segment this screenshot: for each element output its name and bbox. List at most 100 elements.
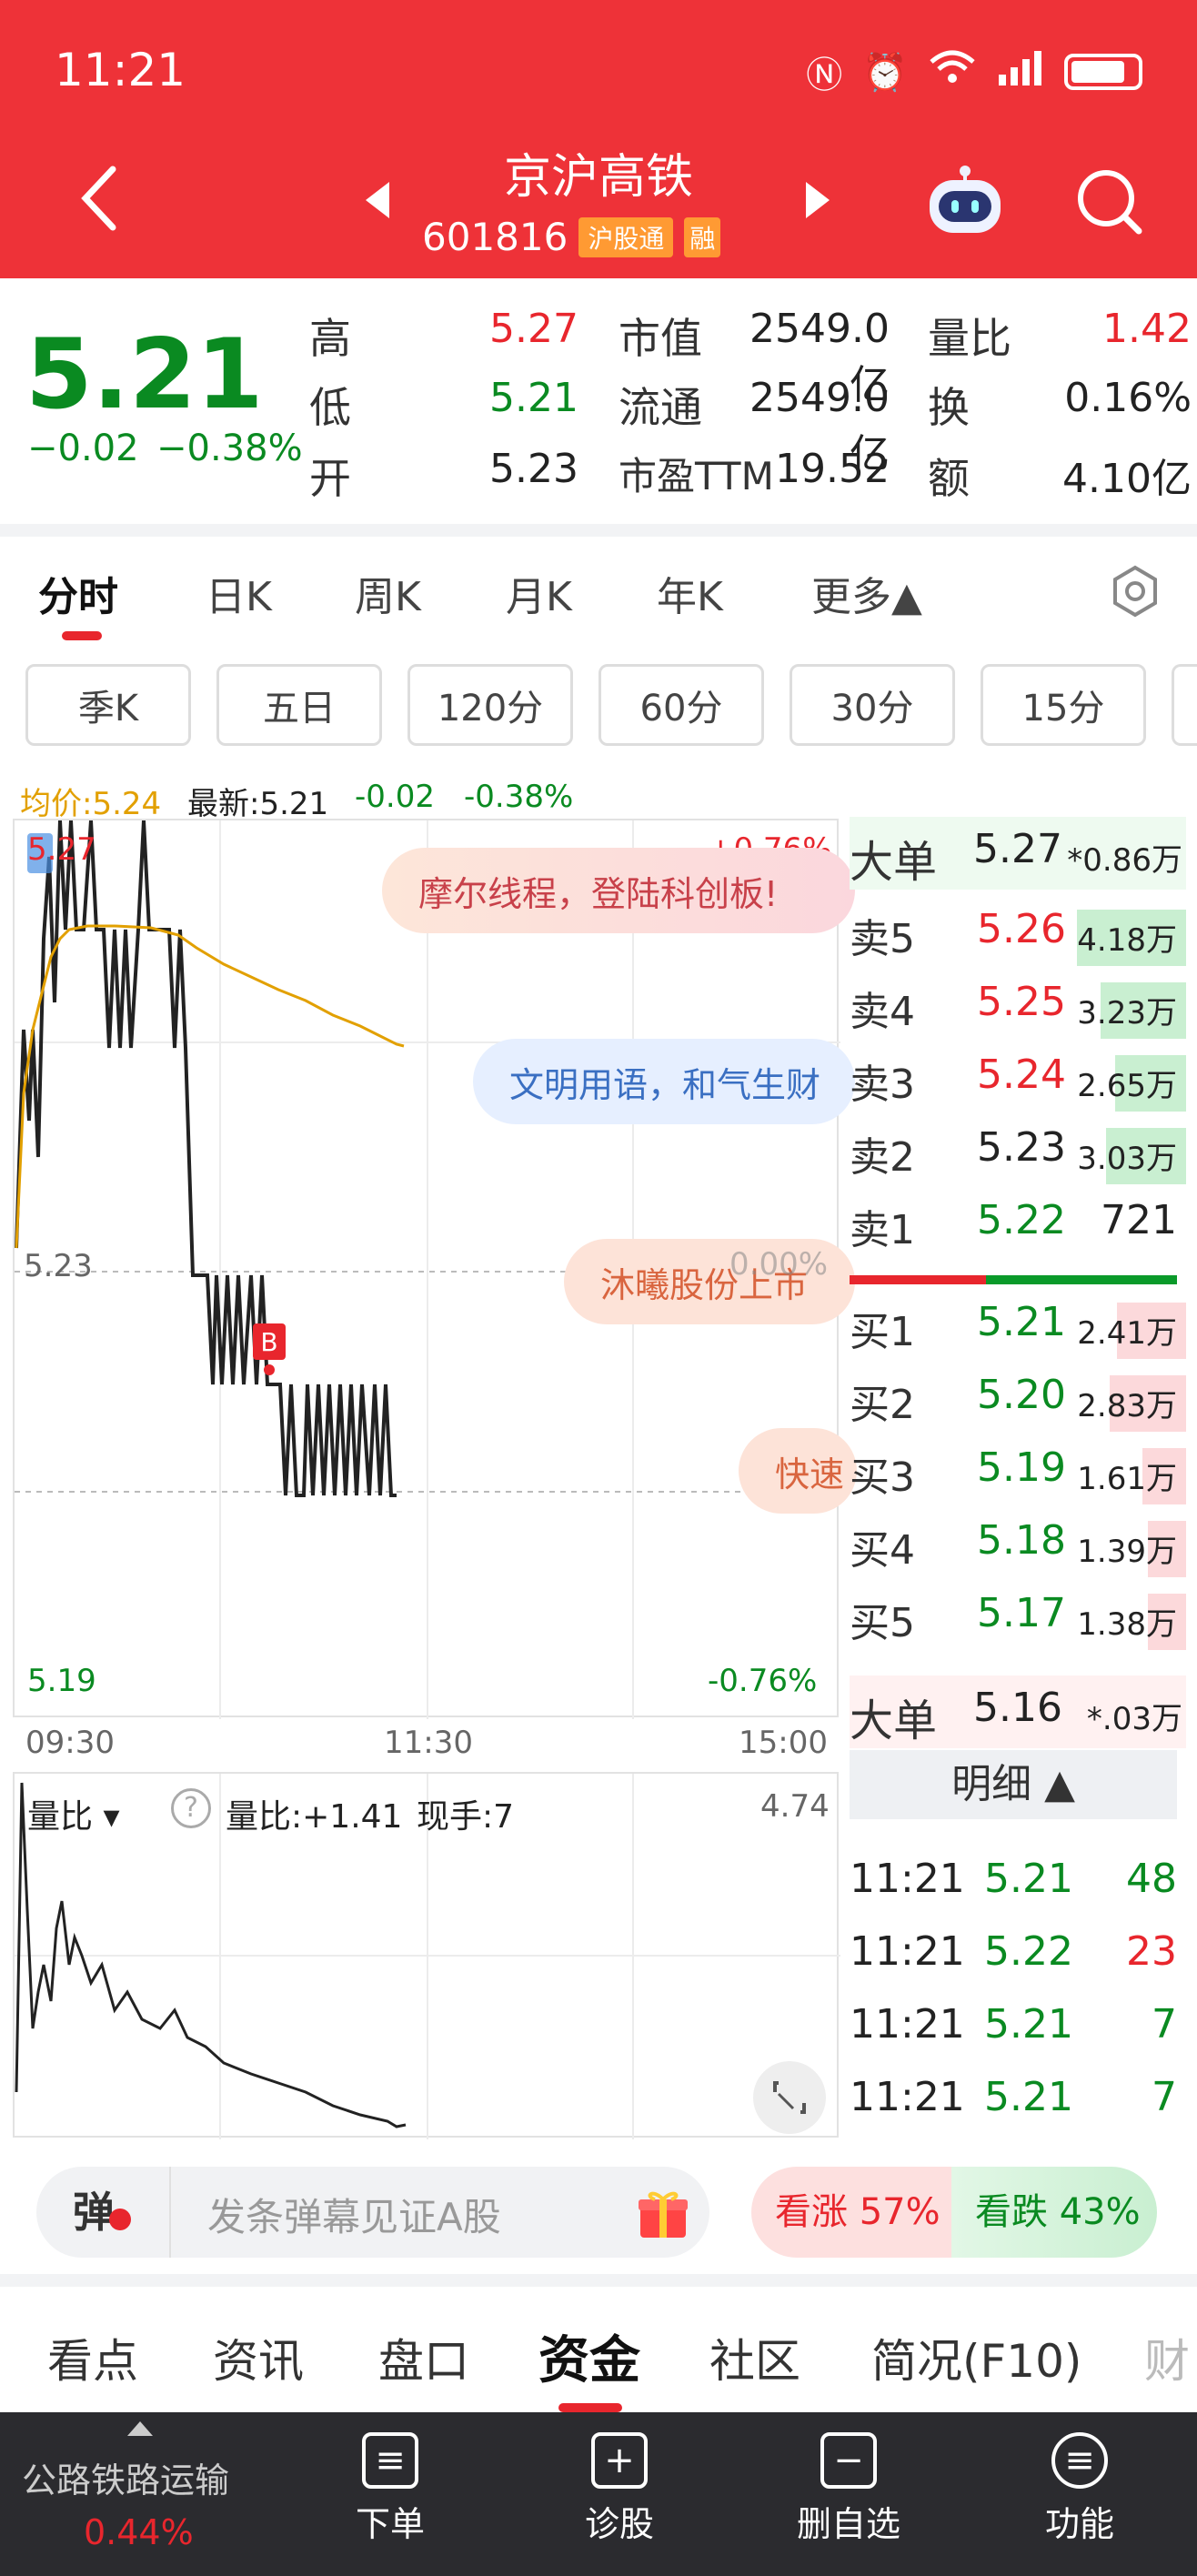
ask-4[interactable]: 卖4 5.25 3.23万 [850,970,1186,1042]
tab-monthly-k[interactable]: 月K [506,564,572,622]
detail-toggle[interactable]: 明细 ▲ [850,1750,1177,1819]
trade-price: 5.21 [984,2074,1073,2120]
bottom-toolbar: 公路铁路运输 0.44% ≡ 下单 + 诊股 − 删自选 ≡ 功能 [0,2412,1197,2576]
ask-3-label: 卖3 [850,1062,915,1108]
intraday-chart[interactable]: B 5.27 5.23 5.19 +0.76% -0.76% 摩尔线程，登陆科创… [13,819,857,1719]
diagnose-label: 诊股 [584,2504,654,2544]
trade-time: 11:21 [850,2074,965,2120]
pill-60min[interactable]: 60分 [598,664,764,746]
next-stock-icon[interactable] [802,180,833,224]
ask-5[interactable]: 卖5 5.26 4.18万 [850,897,1186,970]
bid-3[interactable]: 买3 5.19 1.61万 [850,1435,1186,1508]
tab-more[interactable]: 更多▲ [811,564,922,622]
tab-intraday[interactable]: 分时 [38,564,118,622]
bid-4[interactable]: 买4 5.18 1.39万 [850,1508,1186,1581]
subtab-capital[interactable]: 资金 [538,2319,640,2393]
bid-5[interactable]: 买5 5.17 1.38万 [850,1581,1186,1654]
bid-4-price: 5.18 [977,1517,1066,1564]
ask-2-price: 5.23 [977,1124,1066,1171]
bid-4-label: 买4 [850,1527,915,1574]
expand-up-icon[interactable] [127,2421,153,2436]
subtab-news[interactable]: 资讯 [213,2325,304,2390]
bid-5-volume: 1.38万 [1077,1606,1177,1643]
tab-underline [62,631,102,640]
open-label: 开 [309,454,351,503]
pill-30min[interactable]: 30分 [790,664,955,746]
chart-settings-icon[interactable] [1108,564,1162,622]
margin-badge: 融 [684,216,721,257]
app-header: 11:21 Ⓝ ⏰ 京沪高铁 601816 沪股通 融 [0,0,1197,278]
subtab-highlights[interactable]: 看点 [47,2325,138,2390]
gift-icon[interactable] [637,2189,689,2243]
bearish-vote-button[interactable]: 看跌 43% [951,2167,1157,2258]
danmu-toggle-dot [109,2209,131,2230]
turnover-label: 换 [928,383,970,432]
low-value: 5.21 [489,375,578,421]
subtab-underline [558,2403,622,2412]
danmu-input-placeholder[interactable]: 发条弹幕见证A股 [207,2187,501,2242]
danmu-icon[interactable]: 弹 [73,2179,115,2239]
sector-name[interactable]: 公路铁路运输 [22,2452,229,2502]
tab-weekly-k[interactable]: 周K [355,564,421,622]
diagnose-button[interactable]: + 诊股 [551,2432,688,2546]
danmu-bubble-4: 快速 [739,1428,857,1514]
buy-sell-ratio-bar-red [850,1275,986,1284]
ask-4-volume: 3.23万 [1077,995,1177,1031]
help-icon[interactable]: ? [171,1788,211,1828]
volume-indicator-selector[interactable]: 量比 ▾ [27,1790,120,1837]
stock-name: 京沪高铁 [503,150,693,205]
ask-2[interactable]: 卖2 5.23 3.03万 [850,1115,1186,1188]
latest-price: 最新:5.21 [187,786,329,822]
functions-button[interactable]: ≡ 功能 [1011,2432,1148,2546]
ask-3-volume: 2.65万 [1077,1068,1177,1104]
high-value: 5.27 [489,306,578,352]
tab-daily-k[interactable]: 日K [206,564,272,622]
pill-five-day[interactable]: 五日 [216,664,382,746]
bid-1-label: 买1 [850,1309,915,1355]
robot-assistant-icon[interactable] [924,164,1006,244]
big-sell-order: 大单 5.27 *0.86万 [850,817,1186,890]
order-button[interactable]: ≡ 下单 [322,2432,458,2546]
ask-5-price: 5.26 [977,906,1066,952]
trade-price: 5.21 [984,1856,1073,1902]
remove-watchlist-button[interactable]: − 删自选 [780,2432,917,2546]
bid-1[interactable]: 买1 5.21 2.41万 [850,1290,1186,1363]
subtab-finance[interactable]: 财 [1144,2325,1190,2390]
volume-ratio-chart: 量比 ▾ ? 量比:+1.41 现手:7 4.74 [13,1772,840,2139]
ask-2-volume: 3.03万 [1077,1141,1177,1177]
fullscreen-icon[interactable] [753,2061,826,2134]
high-label: 高 [309,314,351,363]
status-time: 11:21 [55,44,186,96]
bullish-vote-button[interactable]: 看涨 57% [751,2167,959,2258]
pill-120min[interactable]: 120分 [407,664,573,746]
pct-axis-bottom: -0.76% [708,1663,818,1699]
remove-watchlist-label: 删自选 [796,2504,900,2544]
pill-overflow[interactable] [1172,664,1197,746]
current-price: 5.21 [25,318,264,430]
ask-2-label: 卖2 [850,1134,915,1181]
y-axis-mid: 5.23 [24,1248,93,1284]
bid-2[interactable]: 买2 5.20 2.83万 [850,1363,1186,1435]
ask-1[interactable]: 卖1 5.22 721 [850,1188,1186,1261]
big-sell-label: 大单 [850,837,938,888]
ask-3[interactable]: 卖3 5.24 2.65万 [850,1042,1186,1115]
ask-4-price: 5.25 [977,979,1066,1025]
ask-1-label: 卖1 [850,1207,915,1253]
pill-15min[interactable]: 15分 [981,664,1146,746]
current-hand: 现手:7 [417,1798,515,1836]
subtab-market[interactable]: 盘口 [378,2325,469,2390]
trade-volume: 23 [1126,1928,1177,1975]
pill-quarter-k[interactable]: 季K [25,664,191,746]
subtab-f10[interactable]: 简况(F10) [871,2325,1081,2390]
divider [0,524,1197,537]
search-icon[interactable] [1073,166,1146,242]
bid-5-label: 买5 [850,1600,915,1646]
ask-1-price: 5.22 [977,1197,1066,1243]
tab-yearly-k[interactable]: 年K [657,564,723,622]
ask-4-label: 卖4 [850,989,915,1035]
subtab-community[interactable]: 社区 [709,2325,800,2390]
ask-5-label: 卖5 [850,916,915,962]
price-change-pct: −0.38% [156,428,303,469]
ask-1-volume: 721 [1101,1197,1177,1243]
big-sell-price: 5.27 [973,826,1062,872]
